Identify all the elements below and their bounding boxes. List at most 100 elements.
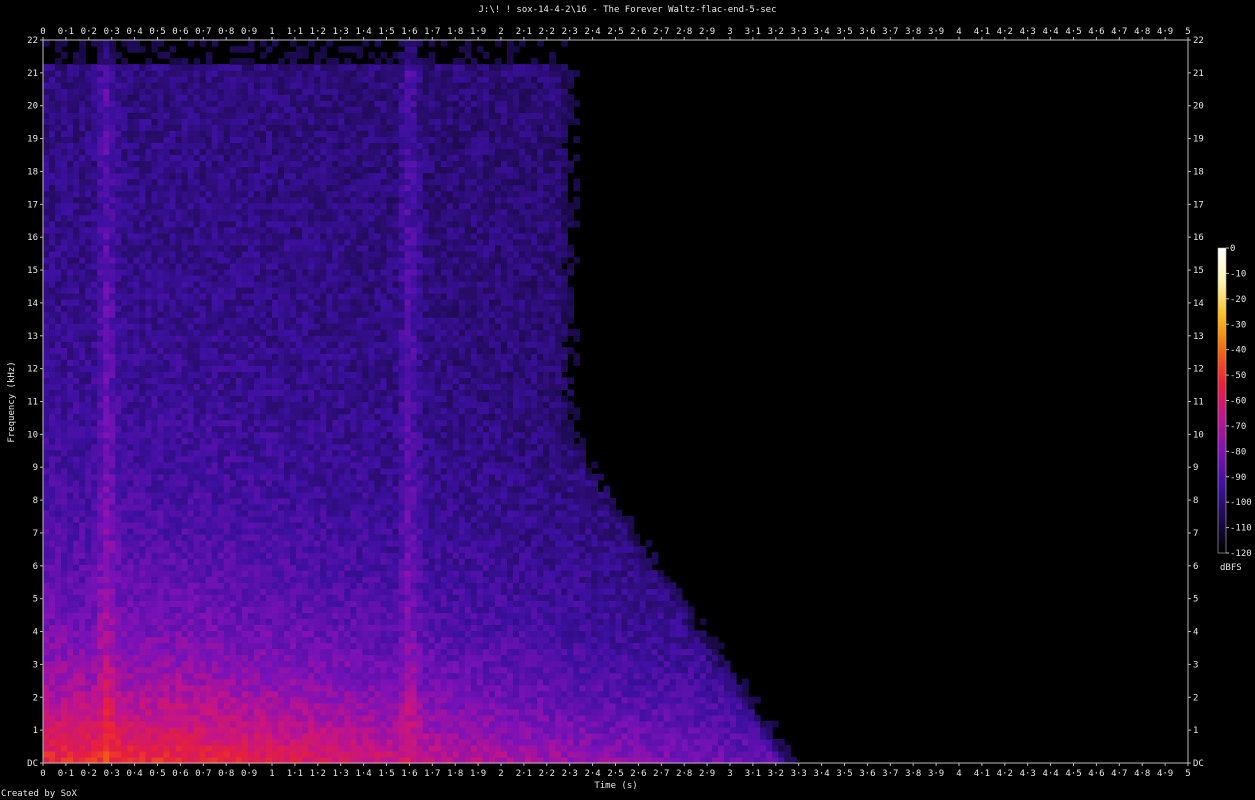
- spectrogram-cell: [265, 606, 273, 613]
- spectrogram-cell: [211, 431, 219, 439]
- spectrogram-cell: [272, 654, 279, 662]
- spectrogram-cell: [247, 106, 255, 113]
- spectrogram-cell: [241, 226, 249, 234]
- spectrogram-cell: [79, 88, 86, 95]
- spectrogram-cell: [253, 732, 261, 740]
- spectrogram-cell: [61, 341, 68, 348]
- spectrogram-cell: [79, 726, 86, 734]
- spectrogram-cell: [241, 172, 249, 180]
- spectrogram-cell: [73, 509, 80, 517]
- spectrogram-cell: [187, 232, 195, 240]
- spectrogram-cell: [85, 347, 92, 354]
- spectrogram-cell: [85, 642, 92, 650]
- spectrogram-cell: [133, 702, 141, 710]
- spectrogram-cell: [199, 262, 207, 270]
- spectrogram-cell: [296, 606, 303, 613]
- spectrogram-cell: [278, 522, 285, 529]
- spectrogram-cell: [181, 479, 189, 487]
- spectrogram-cell: [229, 244, 237, 252]
- spectrogram-cell: [115, 154, 122, 162]
- spectrogram-cell: [91, 443, 98, 451]
- spectrogram-cell: [133, 413, 141, 421]
- spectrogram-cell: [103, 335, 110, 342]
- spectrogram-cell: [259, 112, 267, 119]
- spectrogram-cell: [241, 82, 249, 89]
- spectrogram-cell: [121, 166, 128, 174]
- spectrogram-cell: [61, 582, 68, 589]
- spectrogram-cell: [109, 570, 116, 577]
- spectrogram-cell: [91, 226, 98, 234]
- spectrogram-cell: [85, 419, 92, 427]
- spectrogram-cell: [235, 413, 243, 421]
- spectrogram-cell: [175, 654, 183, 662]
- spectrogram-cell: [241, 154, 249, 162]
- spectrogram-cell: [139, 600, 147, 607]
- spectrogram-cell: [43, 335, 50, 342]
- spectrogram-cell: [151, 485, 159, 493]
- spectrogram-cell: [193, 515, 201, 523]
- spectrogram-cell: [235, 136, 243, 144]
- spectrogram-cell: [205, 606, 213, 613]
- spectrogram-cell: [290, 323, 297, 330]
- spectrogram-cell: [91, 232, 98, 240]
- spectrogram-cell: [97, 401, 104, 409]
- spectrogram-cell: [109, 630, 116, 638]
- spectrogram-cell: [175, 100, 183, 107]
- spectrogram-cell: [103, 678, 110, 686]
- spectrogram-cell: [223, 528, 231, 535]
- spectrogram-cell: [157, 654, 165, 662]
- spectrogram-cell: [121, 588, 128, 595]
- spectrogram-cell: [253, 618, 261, 626]
- spectrogram-cell: [73, 154, 80, 162]
- spectrogram-cell: [278, 654, 285, 662]
- spectrogram-cell: [43, 473, 50, 481]
- spectrogram-cell: [284, 684, 291, 692]
- spectrogram-cell: [223, 443, 231, 451]
- spectrogram-cell: [43, 371, 50, 379]
- spectrogram-cell: [253, 76, 261, 83]
- spectrogram-cell: [85, 594, 92, 601]
- spectrogram-cell: [97, 449, 104, 457]
- spectrogram-cell: [115, 100, 122, 107]
- spectrogram-cell: [253, 503, 261, 511]
- spectrogram-cell: [199, 726, 207, 734]
- spectrogram-cell: [278, 82, 285, 89]
- spectrogram-cell: [151, 190, 159, 198]
- spectrogram-cell: [205, 160, 213, 168]
- spectrogram-cell: [73, 401, 80, 409]
- spectrogram-cell: [211, 491, 219, 499]
- spectrogram-cell: [73, 558, 80, 565]
- spectrogram-cell: [290, 467, 297, 475]
- spectrogram-cell: [157, 648, 165, 656]
- spectrogram-cell: [67, 540, 74, 547]
- spectrogram-cell: [235, 425, 243, 433]
- spectrogram-cell: [91, 377, 98, 385]
- spectrogram-cell: [175, 546, 183, 553]
- spectrogram-cell: [73, 624, 80, 632]
- spectrogram-cell: [199, 154, 207, 162]
- spectrogram-cell: [55, 160, 62, 168]
- spectrogram-cell: [115, 220, 122, 228]
- spectrogram-cell: [211, 576, 219, 583]
- spectrogram-cell: [55, 497, 62, 505]
- spectrogram-cell: [97, 383, 104, 391]
- spectrogram-cell: [265, 106, 273, 113]
- spectrogram-cell: [133, 287, 141, 294]
- spectrogram-cell: [235, 341, 243, 348]
- spectrogram-cell: [223, 64, 231, 71]
- spectrogram-cell: [241, 672, 249, 680]
- spectrogram-cell: [109, 540, 116, 547]
- spectrogram-cell: [296, 672, 303, 680]
- spectrogram-cell: [151, 305, 159, 312]
- spectrogram-cell: [235, 256, 243, 264]
- spectrogram-cell: [163, 142, 171, 150]
- spectrogram-cell: [67, 365, 74, 372]
- spectrogram-cell: [127, 624, 134, 632]
- spectrogram-cell: [284, 606, 291, 613]
- spectrogram-cell: [73, 564, 80, 571]
- spectrogram-cell: [157, 618, 165, 626]
- spectrogram-cell: [97, 256, 104, 264]
- spectrogram-cell: [278, 630, 285, 638]
- spectrogram-cell: [67, 708, 74, 716]
- spectrogram-cell: [259, 702, 267, 710]
